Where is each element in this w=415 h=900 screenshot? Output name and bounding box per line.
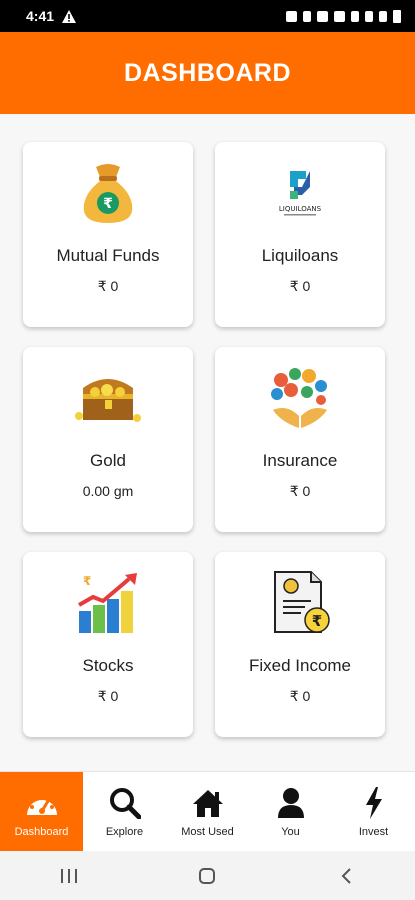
bolt-icon	[357, 786, 391, 820]
card-fixed-income[interactable]: ₹ Fixed Income ₹ 0	[215, 552, 385, 737]
treasure-chest-icon	[75, 365, 141, 431]
growth-chart-icon: ₹	[75, 570, 141, 636]
card-mutual-funds[interactable]: ₹ Mutual Funds ₹ 0	[23, 142, 193, 327]
logo-text: LIQUILOANS	[279, 205, 322, 213]
app-header: DASHBOARD	[0, 32, 415, 114]
card-value: ₹ 0	[97, 688, 119, 704]
hotspot-icon	[334, 10, 345, 22]
nav-most-used[interactable]: Most Used	[166, 772, 249, 851]
card-title: Stocks	[82, 656, 134, 675]
card-stocks[interactable]: ₹ Stocks ₹ 0	[23, 552, 193, 737]
card-liquiloans[interactable]: LIQUILOANS Liquiloans ₹ 0	[215, 142, 385, 327]
status-bar: 4:41	[0, 0, 415, 32]
nav-dashboard[interactable]: Dashboard	[0, 772, 83, 851]
notification-icon	[286, 10, 297, 22]
nav-label-explore: Explore	[105, 825, 144, 838]
battery-icon	[393, 9, 401, 23]
nav-label-invest: Invest	[358, 825, 389, 838]
money-bag-icon: ₹	[75, 160, 141, 226]
card-title: Liquiloans	[261, 246, 339, 265]
card-title: Mutual Funds	[56, 246, 160, 265]
mute-icon	[303, 10, 311, 22]
person-icon	[274, 786, 308, 820]
back-button[interactable]	[326, 861, 366, 891]
alert-icon	[62, 9, 77, 23]
speedometer-icon	[25, 786, 59, 820]
home-circle-icon	[199, 867, 216, 884]
nav-you[interactable]: You	[249, 772, 332, 851]
card-value: ₹ 0	[289, 483, 311, 499]
svg-text:₹: ₹	[83, 574, 91, 588]
search-icon	[108, 786, 142, 820]
card-title: Insurance	[262, 451, 338, 470]
card-value: 0.00 gm	[82, 483, 134, 499]
liquiloans-logo: LIQUILOANS	[267, 160, 333, 226]
signal-icon-2	[379, 10, 387, 22]
nav-label-dashboard: Dashboard	[14, 825, 69, 838]
nav-label-most-used: Most Used	[181, 825, 234, 838]
nav-invest[interactable]: Invest	[332, 772, 415, 851]
chevron-left-icon	[341, 867, 351, 884]
page-title: DASHBOARD	[124, 58, 291, 87]
svg-text:₹: ₹	[103, 196, 113, 212]
status-time: 4:41	[26, 8, 55, 24]
bottom-nav: Dashboard Explore Most Used You Invest	[0, 771, 415, 851]
certificate-rupee-icon: ₹	[267, 570, 333, 636]
card-insurance[interactable]: Insurance ₹ 0	[215, 347, 385, 532]
insurance-hands-icon	[267, 365, 333, 431]
card-title: Gold	[90, 451, 126, 470]
status-icons	[286, 9, 401, 23]
card-value: ₹ 0	[289, 688, 311, 704]
wifi-icon	[317, 10, 328, 22]
card-title: Fixed Income	[248, 656, 352, 675]
card-gold[interactable]: Gold 0.00 gm	[23, 347, 193, 532]
system-nav-bar	[0, 851, 415, 900]
nav-explore[interactable]: Explore	[83, 772, 166, 851]
home-icon	[191, 786, 225, 820]
card-value: ₹ 0	[97, 278, 119, 294]
svg-text:₹: ₹	[312, 612, 322, 630]
card-value: ₹ 0	[289, 278, 311, 294]
status-left: 4:41	[26, 8, 77, 24]
recent-apps-button[interactable]	[49, 861, 89, 891]
signal-icon	[365, 10, 373, 22]
recent-apps-icon	[61, 868, 78, 883]
data-icon	[351, 10, 359, 22]
home-button[interactable]	[187, 861, 227, 891]
dashboard-grid: ₹ Mutual Funds ₹ 0 LIQUILOANS Liquiloans…	[0, 114, 415, 772]
nav-label-you: You	[281, 825, 300, 838]
